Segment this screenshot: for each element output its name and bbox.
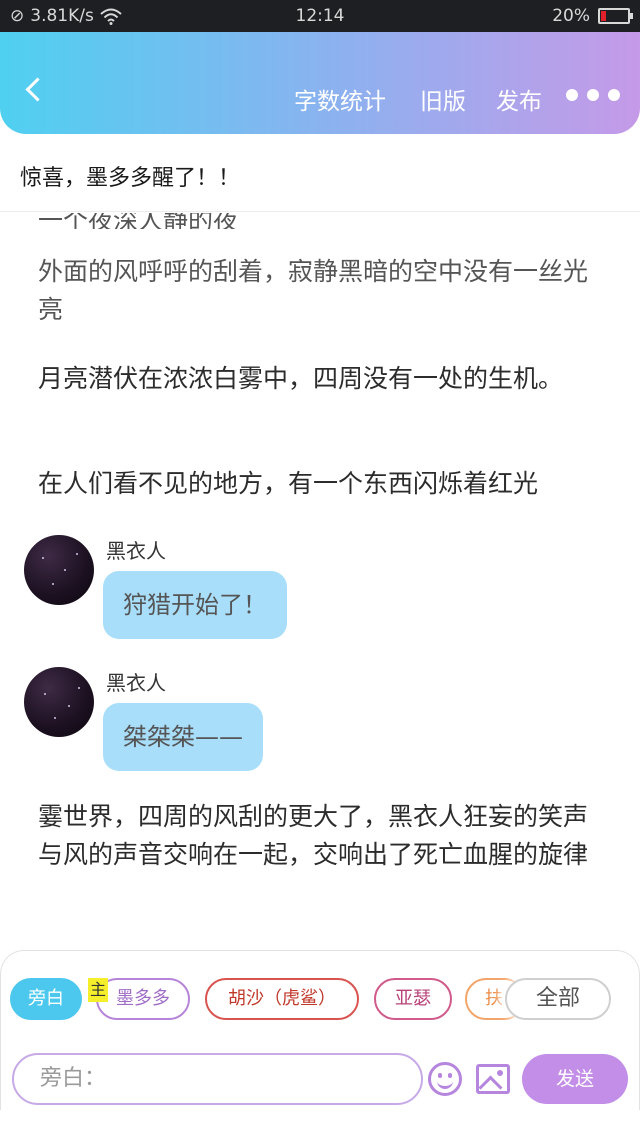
avatar-star (44, 693, 46, 695)
editor-header: 字数统计 旧版 发布 (0, 32, 640, 134)
avatar-star (54, 717, 56, 719)
battery-level (601, 11, 607, 21)
avatar[interactable] (24, 667, 94, 737)
more-dot (587, 89, 599, 101)
speaker-name: 黑衣人 (106, 671, 166, 695)
dialogue-bubble[interactable]: 狩猎开始了！ (103, 571, 287, 639)
role-chip-husha[interactable]: 胡沙（虎鲨） (205, 978, 359, 1020)
send-button[interactable]: 发送 (522, 1054, 628, 1104)
message-input[interactable]: 旁白： (12, 1053, 423, 1105)
main-character-tag: 主 (88, 978, 108, 1002)
role-chip-narrator[interactable]: 旁白 (10, 978, 82, 1020)
more-button[interactable] (566, 89, 620, 101)
speaker-name: 黑衣人 (106, 539, 166, 563)
story-paragraph: 月亮潜伏在浓浓白雾中，四周没有一处的生机。 (38, 364, 564, 393)
avatar-star (68, 705, 70, 707)
bottom-strip (0, 1110, 640, 1138)
status-right: 20% (552, 6, 633, 26)
battery-percent: 20% (552, 6, 590, 26)
story-paragraph: 霎世界，四周的风刮的更大了，黑衣人狂妄的笑声与风的声音交响在一起，交响出了死亡血… (38, 802, 589, 869)
avatar-star (78, 687, 80, 689)
avatar-star (42, 557, 44, 559)
more-dots-icon (566, 89, 578, 101)
story-paragraph: 外面的风呼呼的刮着，寂静黑暗的空中没有一丝光亮 (38, 257, 589, 324)
avatar-star (64, 569, 66, 571)
more-dot (608, 89, 620, 101)
word-count-button[interactable]: 字数统计 (294, 82, 386, 116)
role-chip-moduo[interactable]: 墨多多 (96, 978, 190, 1020)
image-icon[interactable] (476, 1064, 510, 1094)
avatar[interactable] (24, 535, 94, 605)
story-fragment: 一个夜深人静的夜 (38, 213, 239, 229)
chapter-title: 惊喜，墨多多醒了！！ (20, 166, 241, 191)
role-chip-yase[interactable]: 亚瑟 (374, 978, 452, 1020)
story-content[interactable]: 一个夜深人静的夜 外面的风呼呼的刮着，寂静黑暗的空中没有一丝光亮 月亮潜伏在浓浓… (0, 213, 640, 953)
status-bar: ⊘ 3.81K/s 12:14 20% (0, 0, 640, 32)
emoji-icon[interactable] (428, 1062, 462, 1096)
role-chip-all[interactable]: 全部 (505, 978, 611, 1020)
battery-icon (598, 8, 633, 24)
old-version-button[interactable]: 旧版 (420, 82, 466, 116)
publish-button[interactable]: 发布 (496, 82, 542, 116)
clock: 12:14 (295, 6, 345, 26)
back-button[interactable] (20, 76, 48, 104)
story-paragraph: 在人们看不见的地方，有一个东西闪烁着红光 (38, 469, 539, 498)
avatar-star (52, 583, 54, 585)
dialogue-bubble[interactable]: 桀桀桀—— (103, 703, 263, 771)
avatar-star (76, 553, 78, 555)
